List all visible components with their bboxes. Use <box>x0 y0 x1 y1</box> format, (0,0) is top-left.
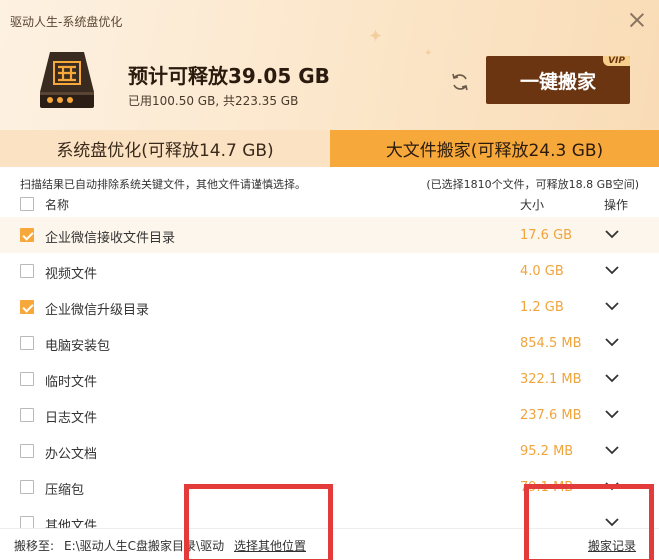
list-item[interactable]: 办公文档 95.2 MB <box>0 433 659 469</box>
chevron-down-icon[interactable] <box>604 409 620 419</box>
row-checkbox[interactable] <box>20 408 34 422</box>
row-size: 4.0 GB <box>520 264 564 279</box>
row-name: 临时文件 <box>45 375 98 390</box>
chevron-down-icon[interactable] <box>604 301 620 311</box>
scan-info-bar: 扫描结果已自动排除系统关键文件，其他文件请谨慎选择。 (已选择1810个文件，可… <box>0 167 659 195</box>
list-item[interactable]: 视频文件 4.0 GB <box>0 253 659 289</box>
chevron-down-icon[interactable] <box>604 373 620 383</box>
row-size: 1.2 GB <box>520 300 564 315</box>
selection-summary: (已选择1810个文件，可释放18.8 GB空间) <box>426 178 639 191</box>
row-name: 压缩包 <box>45 483 85 498</box>
row-checkbox[interactable] <box>20 372 34 386</box>
vip-badge: VIP <box>603 56 630 66</box>
hard-drive-icon <box>40 52 94 108</box>
row-checkbox[interactable] <box>20 444 34 458</box>
chevron-down-icon[interactable] <box>604 337 620 347</box>
row-size: 17.6 GB <box>520 228 573 243</box>
list-item[interactable]: 日志文件 237.6 MB <box>0 397 659 433</box>
select-all-checkbox[interactable] <box>20 197 34 211</box>
chevron-down-icon[interactable] <box>604 445 620 455</box>
red-annotation-box <box>524 484 654 560</box>
one-click-move-button[interactable]: 一键搬家 VIP <box>486 56 630 104</box>
chevron-down-icon[interactable] <box>604 265 620 275</box>
tab-bar: 系统盘优化(可释放14.7 GB) 大文件搬家(可释放24.3 GB) <box>0 130 659 167</box>
list-item[interactable]: 企业微信接收文件目录 17.6 GB <box>0 217 659 253</box>
tab-large-file-move[interactable]: 大文件搬家(可释放24.3 GB) <box>330 130 659 167</box>
list-item[interactable]: 电脑安装包 854.5 MB <box>0 325 659 361</box>
row-checkbox[interactable] <box>20 480 34 494</box>
row-name: 企业微信升级目录 <box>45 303 150 318</box>
row-size: 854.5 MB <box>520 336 582 351</box>
sparkle-decoration-icon: ✦ <box>424 48 433 59</box>
file-category-list: 企业微信接收文件目录 17.6 GB 视频文件 4.0 GB 企业微信升级目录 1.2 G… <box>0 217 659 528</box>
row-checkbox[interactable] <box>20 336 34 350</box>
row-name: 日志文件 <box>45 411 98 426</box>
tab-system-disk-optimize[interactable]: 系统盘优化(可释放14.7 GB) <box>0 130 330 167</box>
column-header-name: 名称 <box>45 198 70 212</box>
tab-label: 系统盘优化(可释放14.7 GB) <box>56 141 274 161</box>
window-title: 驱动人生-系统盘优化 <box>10 15 123 29</box>
sparkle-decoration-icon: ✦ <box>368 26 384 47</box>
header-banner: 驱动人生-系统盘优化 ✦ ✦ 预计可释放39.05 GB 已用100.50 GB… <box>0 0 659 130</box>
move-button-label: 一键搬家 <box>519 70 596 93</box>
list-header: 名称 大小 操作 <box>0 195 659 217</box>
chevron-down-icon[interactable] <box>604 229 620 239</box>
tab-label: 大文件搬家(可释放24.3 GB) <box>385 141 604 161</box>
row-checkbox[interactable] <box>20 264 34 278</box>
row-name: 电脑安装包 <box>45 339 111 354</box>
disk-usage-text: 已用100.50 GB, 共223.35 GB <box>128 94 299 108</box>
list-item[interactable]: 临时文件 322.1 MB <box>0 361 659 397</box>
move-to-label: 搬移至: <box>14 539 55 553</box>
row-name: 其他文件 <box>45 519 98 528</box>
row-checkbox[interactable] <box>20 300 34 314</box>
red-annotation-box <box>184 484 333 560</box>
close-icon[interactable] <box>629 12 645 28</box>
row-checkbox[interactable] <box>20 516 34 528</box>
column-header-size: 大小 <box>520 198 545 212</box>
row-size: 95.2 MB <box>520 444 574 459</box>
refresh-icon[interactable] <box>450 72 470 92</box>
row-name: 办公文档 <box>45 447 98 462</box>
row-size: 322.1 MB <box>520 372 582 387</box>
row-name: 企业微信接收文件目录 <box>45 231 176 246</box>
row-name: 视频文件 <box>45 267 98 282</box>
row-checkbox[interactable] <box>20 228 34 242</box>
list-item[interactable]: 企业微信升级目录 1.2 GB <box>0 289 659 325</box>
row-size: 237.6 MB <box>520 408 582 423</box>
scan-notice: 扫描结果已自动排除系统关键文件，其他文件请谨慎选择。 <box>20 178 306 191</box>
column-header-action: 操作 <box>604 198 629 212</box>
release-estimate-title: 预计可释放39.05 GB <box>128 64 330 88</box>
